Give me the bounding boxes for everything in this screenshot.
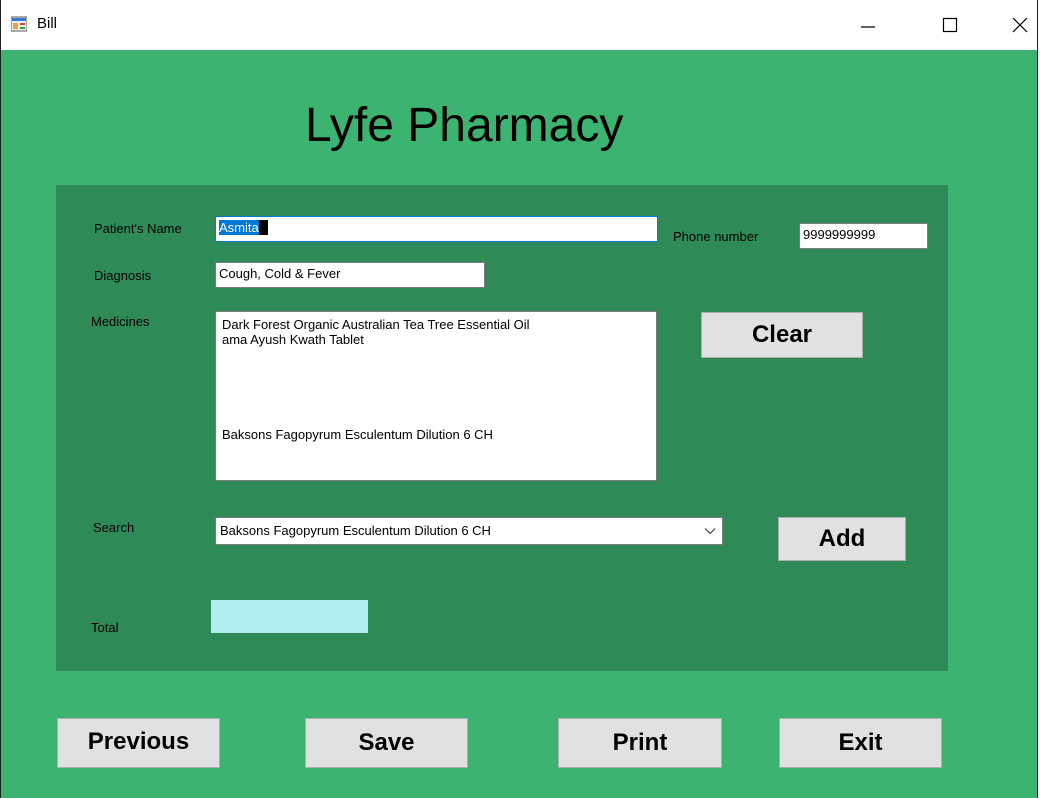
search-label: Search [93, 520, 135, 535]
medicines-list[interactable]: Dark Forest Organic Australian Tea Tree … [215, 311, 657, 481]
maximize-icon [942, 17, 958, 33]
close-icon [1012, 17, 1028, 33]
medicine-item: ama Ayush Kwath Tablet [222, 332, 364, 347]
patient-name-input[interactable]: Asmita [215, 216, 658, 242]
add-button[interactable]: Add [778, 517, 906, 561]
patient-name-value: Asmita [219, 220, 259, 235]
previous-button[interactable]: Previous [57, 718, 220, 768]
medicines-label: Medicines [91, 314, 150, 329]
text-cursor [258, 220, 268, 235]
phone-number-value: 9999999999 [803, 227, 876, 242]
minimize-icon [861, 26, 875, 28]
maximize-button[interactable] [927, 0, 973, 50]
print-button[interactable]: Print [558, 718, 722, 768]
app-form-icon [11, 16, 27, 32]
medicine-item: Dark Forest Organic Australian Tea Tree … [222, 317, 530, 332]
close-button[interactable] [997, 0, 1040, 50]
window-title: Bill [37, 15, 58, 32]
medicine-item: Baksons Fagopyrum Esculentum Dilution 6 … [222, 427, 493, 442]
bill-window: Bill Lyfe Pharmacy Patient's Name Asmita… [0, 0, 1038, 798]
phone-number-input[interactable]: 9999999999 [799, 223, 928, 249]
search-selected-value: Baksons Fagopyrum Esculentum Dilution 6 … [220, 523, 491, 538]
exit-button[interactable]: Exit [779, 718, 942, 768]
clear-button[interactable]: Clear [701, 312, 863, 358]
minimize-button[interactable] [845, 0, 891, 50]
chevron-down-icon[interactable] [704, 527, 716, 535]
diagnosis-input[interactable]: Cough, Cold & Fever [215, 262, 485, 288]
page-title: Lyfe Pharmacy [305, 99, 624, 152]
search-combobox[interactable]: Baksons Fagopyrum Esculentum Dilution 6 … [215, 517, 723, 545]
phone-number-label: Phone number [673, 229, 759, 244]
diagnosis-value: Cough, Cold & Fever [219, 266, 341, 281]
save-button[interactable]: Save [305, 718, 468, 768]
diagnosis-label: Diagnosis [94, 268, 152, 283]
patient-name-label: Patient's Name [94, 221, 182, 236]
total-value-box [211, 600, 368, 633]
title-bar: Bill [1, 0, 1037, 50]
total-label: Total [91, 620, 119, 635]
